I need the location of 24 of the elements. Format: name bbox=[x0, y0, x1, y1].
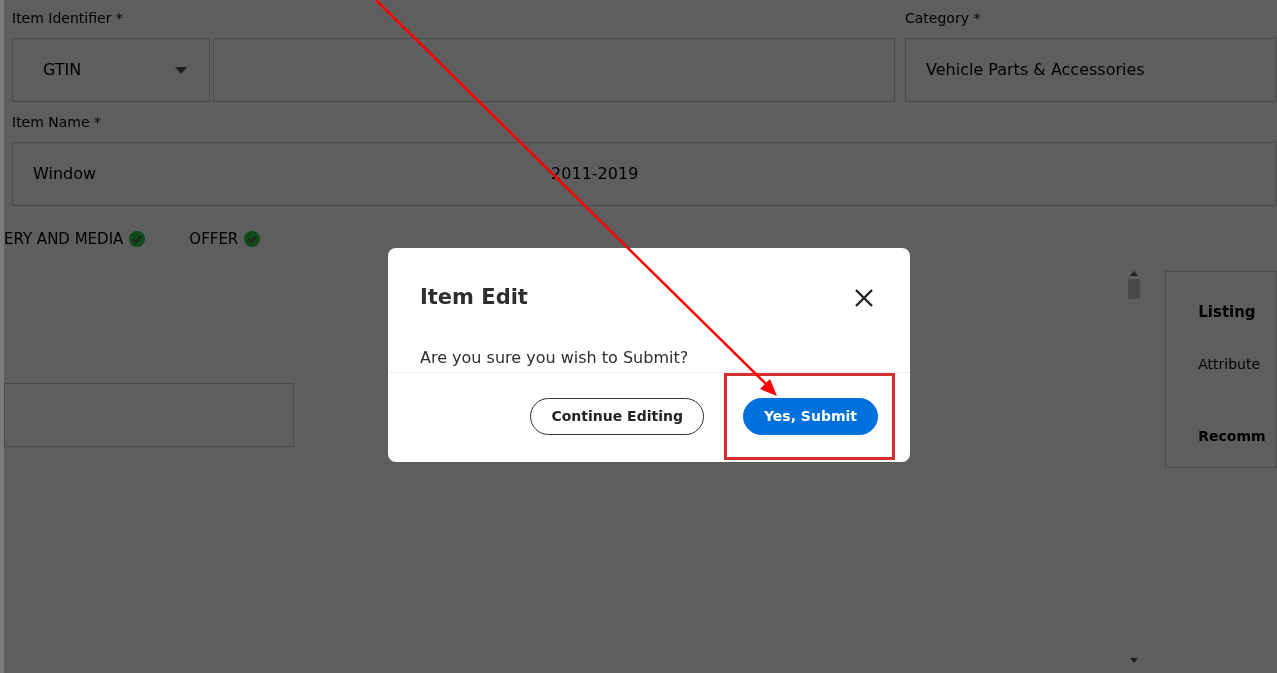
identifier-type-select[interactable]: GTIN bbox=[12, 38, 210, 102]
field-value: Window bbox=[33, 163, 97, 185]
text-input[interactable] bbox=[4, 382, 294, 447]
tab[interactable]: ERY AND MEDIA bbox=[4, 228, 124, 251]
caret-icon bbox=[175, 66, 187, 74]
dialog-title: Item Edit bbox=[420, 284, 528, 311]
dialog-message: Are you sure you wish to Submit? bbox=[419, 346, 689, 369]
card-title: Listing bbox=[1198, 301, 1256, 323]
identifier-input[interactable] bbox=[213, 38, 895, 102]
scroll-up-icon[interactable] bbox=[1130, 270, 1139, 276]
submit-button[interactable]: Yes, Submit bbox=[742, 397, 878, 435]
tab[interactable]: OFFER bbox=[189, 228, 239, 251]
category-field[interactable]: Vehicle Parts & Accessories bbox=[905, 38, 1277, 102]
field-label: Item Identifier * bbox=[12, 9, 123, 28]
field-label: Item Name * bbox=[12, 113, 102, 132]
select-value: GTIN bbox=[43, 59, 82, 81]
field-label: Category * bbox=[905, 9, 981, 28]
section-heading: Recomm bbox=[1198, 426, 1266, 446]
continue-button[interactable]: Continue Editing bbox=[530, 397, 704, 435]
scroll-down-icon[interactable] bbox=[1130, 657, 1139, 663]
item-name-field[interactable]: Window 2011-2019 bbox=[12, 142, 1277, 206]
attribute-label: Attribute bbox=[1198, 354, 1261, 374]
field-value: Vehicle Parts & Accessories bbox=[926, 59, 1145, 81]
field-value: 2011-2019 bbox=[551, 163, 639, 185]
